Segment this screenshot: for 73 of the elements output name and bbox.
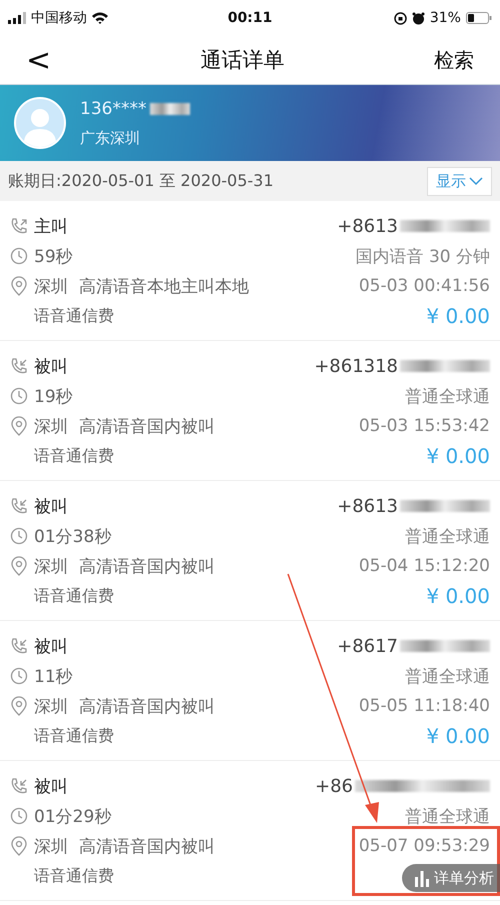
phone-number: +8613 xyxy=(337,496,398,516)
plan-name: 普通全球通 xyxy=(405,526,490,548)
call-duration: 01分29秒 xyxy=(34,806,112,828)
plan-name: 普通全球通 xyxy=(405,386,490,408)
clock-icon xyxy=(10,807,28,825)
plan-name: 普通全球通 xyxy=(405,806,490,828)
wifi-icon xyxy=(92,12,108,24)
clock-time: 00:11 xyxy=(228,10,272,26)
location-pin-icon xyxy=(10,276,28,296)
battery-percent: 31% xyxy=(430,10,461,26)
back-button[interactable]: < xyxy=(18,42,60,78)
incoming-call-icon xyxy=(10,777,28,795)
phone-number: 136**** xyxy=(80,98,146,118)
call-time: 05-03 00:41:56 xyxy=(358,276,490,296)
call-type: 被叫 xyxy=(34,496,68,518)
clock-icon xyxy=(10,387,28,405)
avatar-icon xyxy=(14,97,66,149)
call-location: 深圳 高清语音国内被叫 xyxy=(34,556,215,578)
fee-type: 语音通信费 xyxy=(34,726,114,746)
call-time: 05-03 15:53:42 xyxy=(358,416,490,436)
plan-name: 普通全球通 xyxy=(405,666,490,688)
call-time: 05-05 11:18:40 xyxy=(358,696,490,716)
outgoing-call-icon xyxy=(10,217,28,235)
page-title: 通话详单 xyxy=(200,47,286,74)
billing-period: 账期日:2020-05-01 至 2020-05-31 xyxy=(8,170,274,192)
phone-number: +8617 xyxy=(337,636,398,656)
incoming-call-icon xyxy=(10,637,28,655)
call-duration: 19秒 xyxy=(34,386,73,408)
plan-name: 国内语音 30 分钟 xyxy=(356,246,490,268)
search-button[interactable]: 检索 xyxy=(426,46,482,74)
incoming-call-icon xyxy=(10,497,28,515)
call-location: 深圳 高清语音国内被叫 xyxy=(34,696,215,718)
fee-type: 语音通信费 xyxy=(34,866,114,886)
fee-type: 语音通信费 xyxy=(34,586,114,606)
fee-type: 语音通信费 xyxy=(34,306,114,326)
call-fee: ¥ 0.00 xyxy=(426,304,490,328)
call-fee: ¥ 0.00 xyxy=(426,444,490,468)
clock-icon xyxy=(10,247,28,265)
clock-icon xyxy=(10,527,28,545)
clock-icon xyxy=(10,667,28,685)
call-time: 05-07 09:53:29 xyxy=(358,836,490,856)
call-time: 05-04 15:12:20 xyxy=(358,556,490,576)
fee-type: 语音通信费 xyxy=(34,446,114,466)
location-pin-icon xyxy=(10,696,28,716)
location-text: 广东深圳 xyxy=(80,128,141,148)
call-type: 被叫 xyxy=(34,776,68,798)
call-type: 主叫 xyxy=(34,216,68,238)
battery-icon xyxy=(466,12,492,24)
call-location: 深圳 高清语音本地主叫本地 xyxy=(34,276,249,298)
call-duration: 11秒 xyxy=(34,666,73,688)
signal-icon xyxy=(8,12,26,24)
call-duration: 59秒 xyxy=(34,246,73,268)
location-pin-icon xyxy=(10,416,28,436)
alarm-icon xyxy=(412,12,425,24)
carrier-name: 中国移动 xyxy=(31,9,87,27)
call-fee: ¥ 0.00 xyxy=(426,584,490,608)
redaction-blur xyxy=(150,102,190,114)
chevron-down-icon xyxy=(469,176,483,186)
analysis-floating-button[interactable]: 详单分析 xyxy=(402,864,500,892)
bar-chart-icon xyxy=(414,869,430,887)
rotation-lock-icon xyxy=(394,12,407,24)
call-type: 被叫 xyxy=(34,636,68,658)
call-location: 深圳 高清语音国内被叫 xyxy=(34,836,215,858)
call-fee: ¥ 0.00 xyxy=(426,724,490,748)
phone-number: +86 xyxy=(315,776,353,796)
location-pin-icon xyxy=(10,556,28,576)
phone-number: +861318 xyxy=(314,356,398,376)
location-pin-icon xyxy=(10,836,28,856)
phone-number: +8613 xyxy=(337,216,398,236)
incoming-call-icon xyxy=(10,357,28,375)
call-duration: 01分38秒 xyxy=(34,526,112,548)
call-type: 被叫 xyxy=(34,356,68,378)
call-location: 深圳 高清语音国内被叫 xyxy=(34,416,215,438)
